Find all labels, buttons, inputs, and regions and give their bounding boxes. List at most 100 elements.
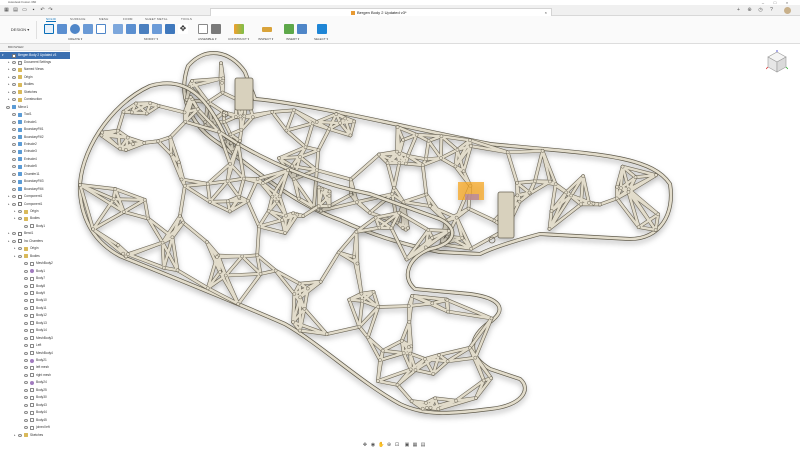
expand-arrow-icon[interactable]: ▸: [8, 96, 11, 103]
visibility-eye-icon[interactable]: [12, 180, 16, 184]
browser-node[interactable]: ▸ Construction: [0, 96, 70, 103]
visibility-eye-icon[interactable]: [12, 68, 16, 72]
new-sketch-icon[interactable]: [44, 24, 54, 34]
browser-node[interactable]: ▸ Bodies: [0, 253, 70, 260]
hole-icon[interactable]: [83, 24, 93, 34]
visibility-eye-icon[interactable]: [24, 321, 28, 325]
expand-arrow-icon[interactable]: ▸: [8, 193, 11, 200]
insert-derive-icon[interactable]: [284, 24, 294, 34]
browser-node[interactable]: Body1: [0, 223, 70, 230]
undo-icon[interactable]: ↶: [39, 7, 46, 14]
visibility-eye-icon[interactable]: [18, 254, 22, 258]
extensions-icon[interactable]: ⊕: [746, 7, 753, 14]
viewports-icon[interactable]: ▤: [420, 442, 426, 448]
orbit-icon[interactable]: ✥: [362, 442, 368, 448]
visibility-eye-icon[interactable]: [24, 388, 28, 392]
new-tab-icon[interactable]: +: [735, 7, 742, 14]
visibility-eye-icon[interactable]: [12, 150, 16, 154]
visibility-eye-icon[interactable]: [24, 426, 28, 430]
workspace-switcher[interactable]: DESIGN ▾: [4, 21, 37, 39]
tab-solid[interactable]: SOLID: [46, 17, 57, 22]
expand-arrow-icon[interactable]: ▸: [14, 432, 17, 439]
tab-mesh[interactable]: MESH: [99, 17, 108, 21]
browser-node[interactable]: Body25: [0, 387, 70, 394]
move-icon[interactable]: ✥: [178, 24, 188, 34]
browser-node[interactable]: right mesh: [0, 372, 70, 379]
display-settings-icon[interactable]: ▣: [404, 442, 410, 448]
visibility-eye-icon[interactable]: [12, 135, 16, 139]
joint-icon[interactable]: [211, 24, 221, 34]
browser-node[interactable]: Body1: [0, 268, 70, 275]
visibility-eye-icon[interactable]: [24, 359, 28, 362]
visibility-eye-icon[interactable]: [12, 120, 16, 124]
visibility-eye-icon[interactable]: [18, 433, 22, 437]
browser-node[interactable]: Body24: [0, 379, 70, 386]
browser-node[interactable]: BoundaryFill3: [0, 178, 70, 185]
help-icon[interactable]: ?: [768, 7, 775, 14]
browser-node[interactable]: Body9: [0, 290, 70, 297]
browser-node[interactable]: left mesh: [0, 364, 70, 371]
browser-node[interactable]: Body13: [0, 320, 70, 327]
browser-node[interactable]: Tool1: [0, 111, 70, 118]
view-cube[interactable]: [766, 50, 788, 76]
expand-arrow-icon[interactable]: ▸: [8, 74, 11, 81]
visibility-eye-icon[interactable]: [24, 314, 28, 318]
tab-surface[interactable]: SURFACE: [70, 17, 86, 21]
redo-icon[interactable]: ↷: [47, 7, 54, 14]
visibility-eye-icon[interactable]: [24, 351, 28, 355]
look-at-icon[interactable]: ◉: [370, 442, 376, 448]
browser-node[interactable]: ▸ Component1: [0, 193, 70, 200]
browser-node[interactable]: Extrude2: [0, 141, 70, 148]
browser-node[interactable]: joined left: [0, 424, 70, 431]
browser-node[interactable]: ▸ Inc Chamfers: [0, 238, 70, 245]
visibility-eye-icon[interactable]: [18, 210, 22, 213]
modify-group-label[interactable]: MODIFY ▾: [144, 37, 158, 41]
visibility-eye-icon[interactable]: [12, 239, 16, 243]
visibility-eye-icon[interactable]: [24, 224, 28, 228]
select-icon[interactable]: [317, 24, 327, 34]
browser-root[interactable]: ▾ Bergen Body 2 Updated v3: [0, 52, 70, 59]
visibility-eye-icon[interactable]: [12, 202, 16, 206]
browser-node[interactable]: MeshBody3: [0, 335, 70, 342]
extrude-icon[interactable]: [57, 24, 67, 34]
visibility-eye-icon[interactable]: [24, 329, 28, 333]
new-component-icon[interactable]: [198, 24, 208, 34]
visibility-eye-icon[interactable]: [12, 83, 16, 87]
combine-icon[interactable]: [165, 24, 175, 34]
visibility-eye-icon[interactable]: [24, 262, 28, 266]
expand-arrow-icon[interactable]: ▸: [14, 208, 17, 215]
visibility-eye-icon[interactable]: [24, 336, 28, 340]
expand-arrow-icon[interactable]: ▸: [14, 245, 17, 252]
save-icon[interactable]: ▪: [30, 7, 37, 14]
chamfer-icon[interactable]: [139, 24, 149, 34]
document-tab[interactable]: Bergen Body 2 Updated v3* ×: [210, 8, 552, 16]
grid-settings-icon[interactable]: ▦: [412, 442, 418, 448]
expand-arrow-icon[interactable]: ▸: [8, 230, 11, 237]
browser-node[interactable]: Extrude5: [0, 163, 70, 170]
visibility-eye-icon[interactable]: [12, 157, 16, 161]
expand-arrow-icon[interactable]: ▾: [2, 52, 5, 59]
insert-image-icon[interactable]: [297, 24, 307, 34]
visibility-eye-icon[interactable]: [24, 277, 28, 281]
expand-arrow-icon[interactable]: ▸: [14, 253, 17, 260]
browser-node[interactable]: Mirror1: [0, 104, 70, 111]
browser-node[interactable]: ▸ Sketches: [0, 432, 70, 439]
visibility-eye-icon[interactable]: [24, 306, 28, 310]
tab-sheet-metal[interactable]: SHEET METAL: [145, 17, 168, 21]
visibility-eye-icon[interactable]: [24, 366, 28, 370]
visibility-eye-icon[interactable]: [6, 105, 10, 109]
browser-node[interactable]: MeshBody2: [0, 260, 70, 267]
browser-node[interactable]: BoundaryFill4: [0, 186, 70, 193]
browser-node[interactable]: Extrude1: [0, 119, 70, 126]
browser-node[interactable]: ▸ Bodies: [0, 81, 70, 88]
visibility-eye-icon[interactable]: [12, 195, 16, 199]
offset-plane-icon[interactable]: [234, 24, 244, 34]
assemble-group-label[interactable]: ASSEMBLE ▾: [198, 37, 217, 41]
visibility-eye-icon[interactable]: [12, 187, 16, 191]
press-pull-icon[interactable]: [113, 24, 123, 34]
shell-icon[interactable]: [152, 24, 162, 34]
visibility-eye-icon[interactable]: [18, 247, 22, 251]
canvas-viewport[interactable]: [70, 44, 800, 440]
tab-tools[interactable]: TOOLS: [181, 17, 192, 21]
visibility-eye-icon[interactable]: [24, 284, 28, 288]
